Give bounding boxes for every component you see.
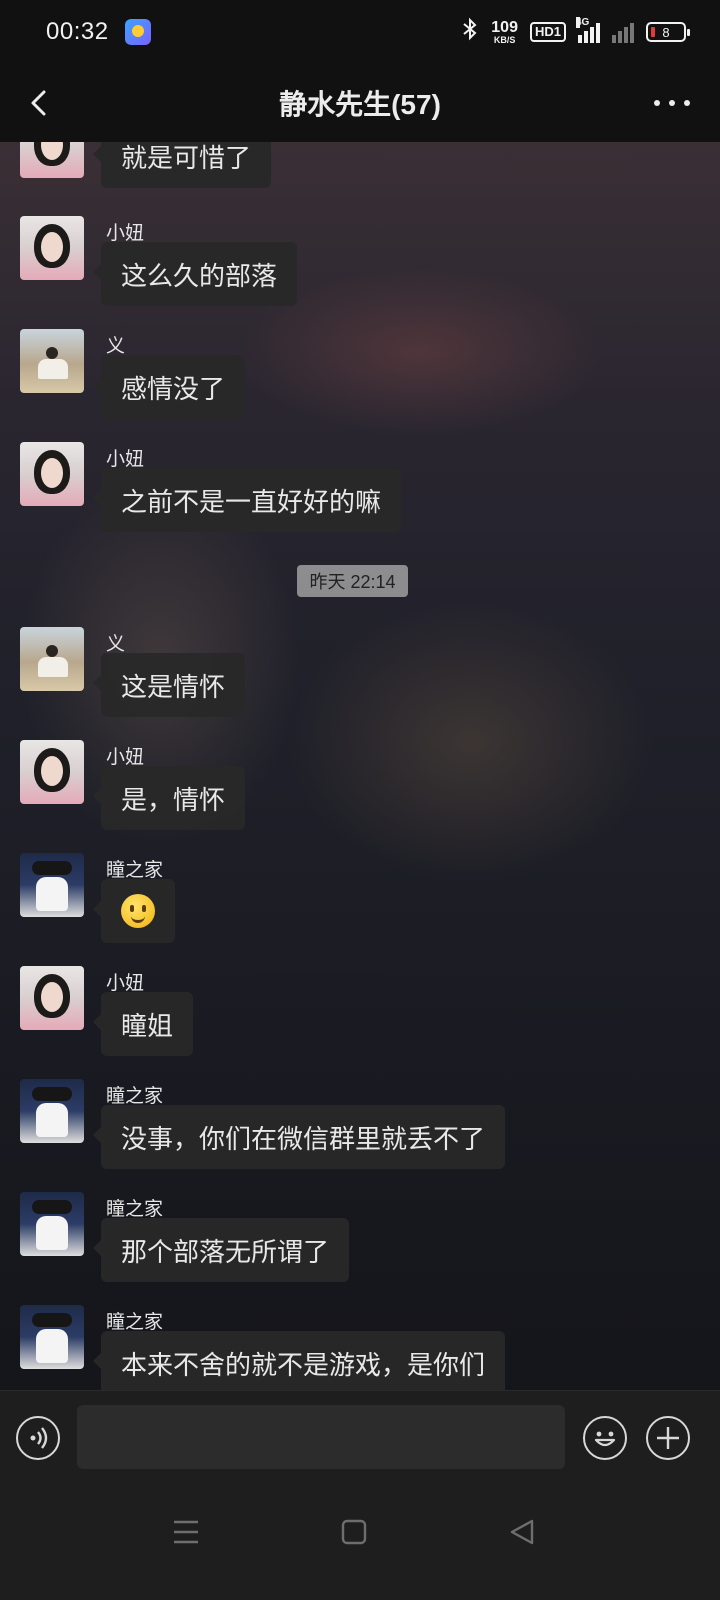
sender-name: 小妞 [106,973,145,994]
avatar[interactable] [20,740,84,804]
avatar[interactable] [20,142,84,178]
message-text: 那个部落无所谓了 [121,1236,330,1267]
message-text: 是，情怀 [121,784,226,815]
sender-name: 小妞 [106,449,145,470]
avatar[interactable] [20,442,84,506]
message-text: 没事，你们在微信群里就丢不了 [121,1123,486,1154]
signal-icon: 4G [576,17,600,43]
message-text: 这是情怀 [121,671,226,702]
avatar[interactable] [20,853,84,917]
time-divider: 昨天 22:14 [297,565,408,597]
network-speed-unit: KB/S [493,34,516,45]
status-icons: 109 KB/S HD1 4G 8 [461,17,690,47]
emoji-icon[interactable] [583,1416,627,1460]
home-square-icon[interactable] [334,1512,374,1552]
avatar[interactable] [20,966,84,1030]
bluetooth-icon [461,17,479,47]
plus-icon[interactable] [646,1416,690,1460]
network-speed-value: 109 [491,18,518,36]
message-bubble[interactable]: 之前不是一直好好的嘛 [92,468,402,532]
back-triangle-icon[interactable] [502,1512,542,1552]
system-nav-bar [0,1486,720,1600]
status-bar: 00:32 109 KB/S HD1 4G 8 [0,0,720,64]
message-text: 感情没了 [121,373,226,404]
hd-badge: HD1 [529,22,566,42]
avatar[interactable] [20,329,84,393]
avatar[interactable] [20,1192,84,1256]
chat-header: 静水先生(57) [0,64,720,142]
message-input[interactable] [77,1405,565,1469]
avatar[interactable] [20,1305,84,1369]
message-bubble[interactable]: 是，情怀 [92,766,246,830]
status-time: 00:32 [46,18,109,45]
message-bubble[interactable]: 这么久的部落 [92,242,298,306]
sender-name: 瞳之家 [106,1312,164,1333]
menu-icon[interactable] [166,1512,206,1552]
message-bubble[interactable]: 这是情怀 [92,653,246,717]
message-bubble[interactable]: 那个部落无所谓了 [92,1218,350,1282]
battery-icon: 8 [646,22,690,42]
message-text: 这么久的部落 [121,260,278,291]
avatar[interactable] [20,216,84,280]
message-bubble[interactable]: 本来不舍的就不是游戏，是你们 [92,1331,506,1395]
message-text: 本来不舍的就不是游戏，是你们 [121,1349,486,1380]
message-bubble[interactable]: 就是可惜了 [92,142,272,188]
network-speed: 109 KB/S [491,18,518,45]
sender-name: 义 [106,634,126,655]
sender-name: 瞳之家 [106,860,164,881]
chat-title: 静水先生(57) [279,89,441,120]
message-text: 瞳姐 [121,1010,174,1041]
message-bubble[interactable]: 瞳姐 [92,992,194,1056]
sender-name: 义 [106,336,126,357]
network-type-label: 4G [576,17,590,28]
avatar[interactable] [20,1079,84,1143]
message-text: 就是可惜了 [121,142,252,173]
input-bar [0,1390,720,1486]
message-bubble[interactable]: 没事，你们在微信群里就丢不了 [92,1105,506,1169]
chat-area[interactable]: 就是可惜了 小妞 这么久的部落 义 感情没了 小妞 之前不是一直好好的嘛 昨天 … [0,142,720,1419]
avatar[interactable] [20,627,84,691]
sender-name: 瞳之家 [106,1086,164,1107]
message-text: 之前不是一直好好的嘛 [121,486,382,517]
battery-level: 8 [662,24,670,40]
message-bubble[interactable]: 感情没了 [92,355,246,419]
smile-emoji-icon [121,894,155,928]
signal-icon [612,21,634,43]
voice-icon[interactable] [16,1416,60,1460]
sender-name: 瞳之家 [106,1199,164,1220]
sender-name: 小妞 [106,223,145,244]
more-dots-icon[interactable] [654,90,690,116]
back-chevron-icon[interactable] [22,84,60,122]
app-notification-icon [124,19,151,45]
sender-name: 小妞 [106,747,145,768]
message-bubble[interactable] [93,879,175,943]
